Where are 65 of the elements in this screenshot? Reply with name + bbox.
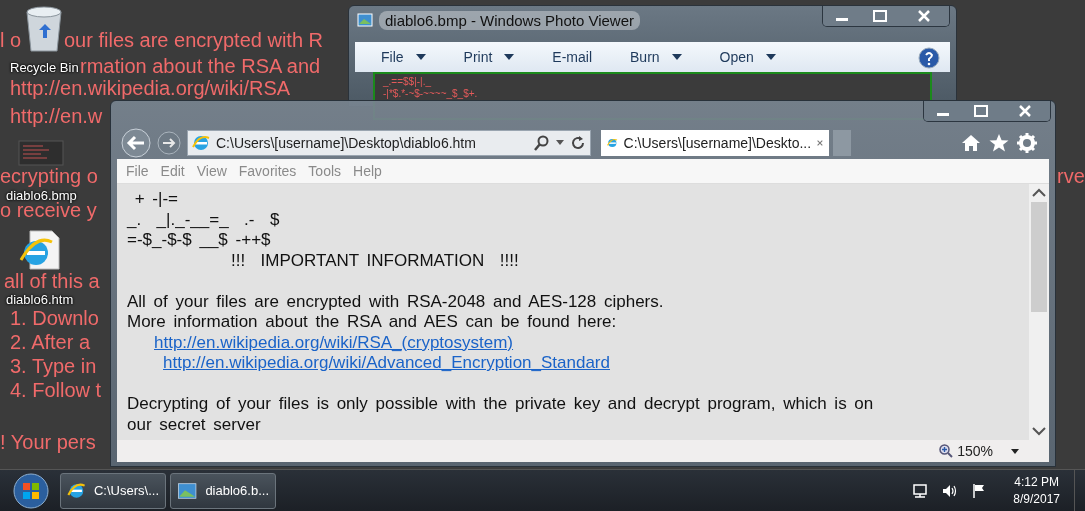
icon-label[interactable]: Recycle Bin <box>10 60 79 75</box>
icon-label[interactable]: diablo6.htm <box>6 292 74 307</box>
heading: !!! IMPORTANT INFORMATION !!!! <box>230 250 520 271</box>
wallpaper-text: ecrypting o <box>0 166 98 186</box>
zoom-icon <box>939 444 954 458</box>
wallpaper-text: 2. After a <box>10 332 91 352</box>
link[interactable]: http://en.wikipedia.org/wiki/Advanced_Encryption_Standard <box>163 353 610 372</box>
scroll-up-icon[interactable] <box>1032 188 1046 198</box>
window-title: diablo6.bmp - Windows Photo Viewer <box>379 10 641 30</box>
wallpaper-text: http://en.w <box>10 106 103 126</box>
caret-icon[interactable] <box>504 54 515 60</box>
caret-icon[interactable] <box>671 54 682 60</box>
scroll-down-icon[interactable] <box>1032 426 1046 436</box>
wallpaper-text: l o <box>0 30 22 50</box>
home-icon[interactable] <box>961 133 981 153</box>
wallpaper-text: all of this a <box>4 271 100 291</box>
paragraph-line: More information about the RSA and AES can be found here: <box>127 312 618 333</box>
menu-button[interactable]: Burn <box>622 47 690 67</box>
favorites-star-icon[interactable] <box>989 133 1009 153</box>
recycle-bin-icon[interactable] <box>24 6 64 52</box>
address-bar[interactable]: C:\Users\[username]\Desktop\diablo6.htm <box>187 130 591 156</box>
ascii-art-line: _. _|._-__=_ .- $ <box>127 209 281 230</box>
help-icon[interactable] <box>918 47 940 69</box>
wallpaper-text: 3. Type in <box>10 356 97 376</box>
app-icon <box>357 12 373 28</box>
ascii-art-line: =-$_-$-$ __$ -++$ <box>127 230 272 251</box>
clock[interactable]: 4:12 PM 8/9/2017 <box>1013 473 1060 508</box>
image-text: -|*$.*-~$-~~~~_$_$+. <box>383 88 479 100</box>
network-icon[interactable] <box>911 482 930 499</box>
back-button[interactable] <box>119 128 153 158</box>
scrollbar-thumb[interactable] <box>1031 202 1047 312</box>
taskbar-button[interactable]: diablo6.b... <box>170 472 276 509</box>
paragraph-line: our secret server <box>127 414 262 435</box>
link[interactable]: http://en.wikipedia.org/wiki/RSA_(cryptosystem) <box>154 332 514 352</box>
menu-button[interactable]: Open <box>711 47 784 67</box>
search-icon[interactable] <box>534 135 550 151</box>
refresh-icon[interactable] <box>570 135 586 151</box>
menu-button[interactable]: File <box>373 47 434 67</box>
wallpaper-text: rmation about the RSA and <box>80 56 321 76</box>
caret-icon <box>1011 448 1019 454</box>
wallpaper-text: 4. Follow t <box>10 380 102 400</box>
caret-icon[interactable] <box>415 54 426 60</box>
taskbar-button[interactable]: C:\Users\... <box>60 472 166 509</box>
icon-label[interactable]: diablo6.bmp <box>6 188 77 203</box>
page-icon <box>192 134 210 152</box>
image-text: _.==$$|-|._ <box>383 76 432 88</box>
zoom-control[interactable]: 150% <box>939 443 1019 459</box>
browser-tab[interactable]: C:\Users\[username]\Deskto... <box>601 130 829 156</box>
start-button[interactable] <box>12 471 50 510</box>
menu-button[interactable]: E-mail <box>544 47 601 67</box>
forward-button[interactable] <box>157 131 181 155</box>
menu-button[interactable]: Print <box>455 47 523 67</box>
settings-icon[interactable] <box>1017 133 1037 153</box>
wallpaper-text: http://en.wikipedia.org/wiki/RSA <box>10 78 291 98</box>
paragraph-line: Decrypting of your files is only possible with the private key and decrypt program, which is on <box>127 394 875 415</box>
wallpaper-text: rve <box>1057 166 1085 186</box>
wallpaper-text: 1. Downlo <box>10 308 99 328</box>
caret-icon[interactable] <box>765 54 776 60</box>
scrollbar[interactable] <box>1029 184 1049 440</box>
wallpaper-text: ! Your pers <box>0 432 96 452</box>
caret-icon[interactable] <box>556 140 564 146</box>
close-icon[interactable] <box>817 138 823 148</box>
wallpaper-text: our files are encrypted with R <box>64 30 323 50</box>
paragraph-line: All of your files are encrypted with RSA-2048 and AES-128 ciphers. <box>127 291 665 312</box>
ascii-art-line: + -|-= <box>133 189 180 210</box>
